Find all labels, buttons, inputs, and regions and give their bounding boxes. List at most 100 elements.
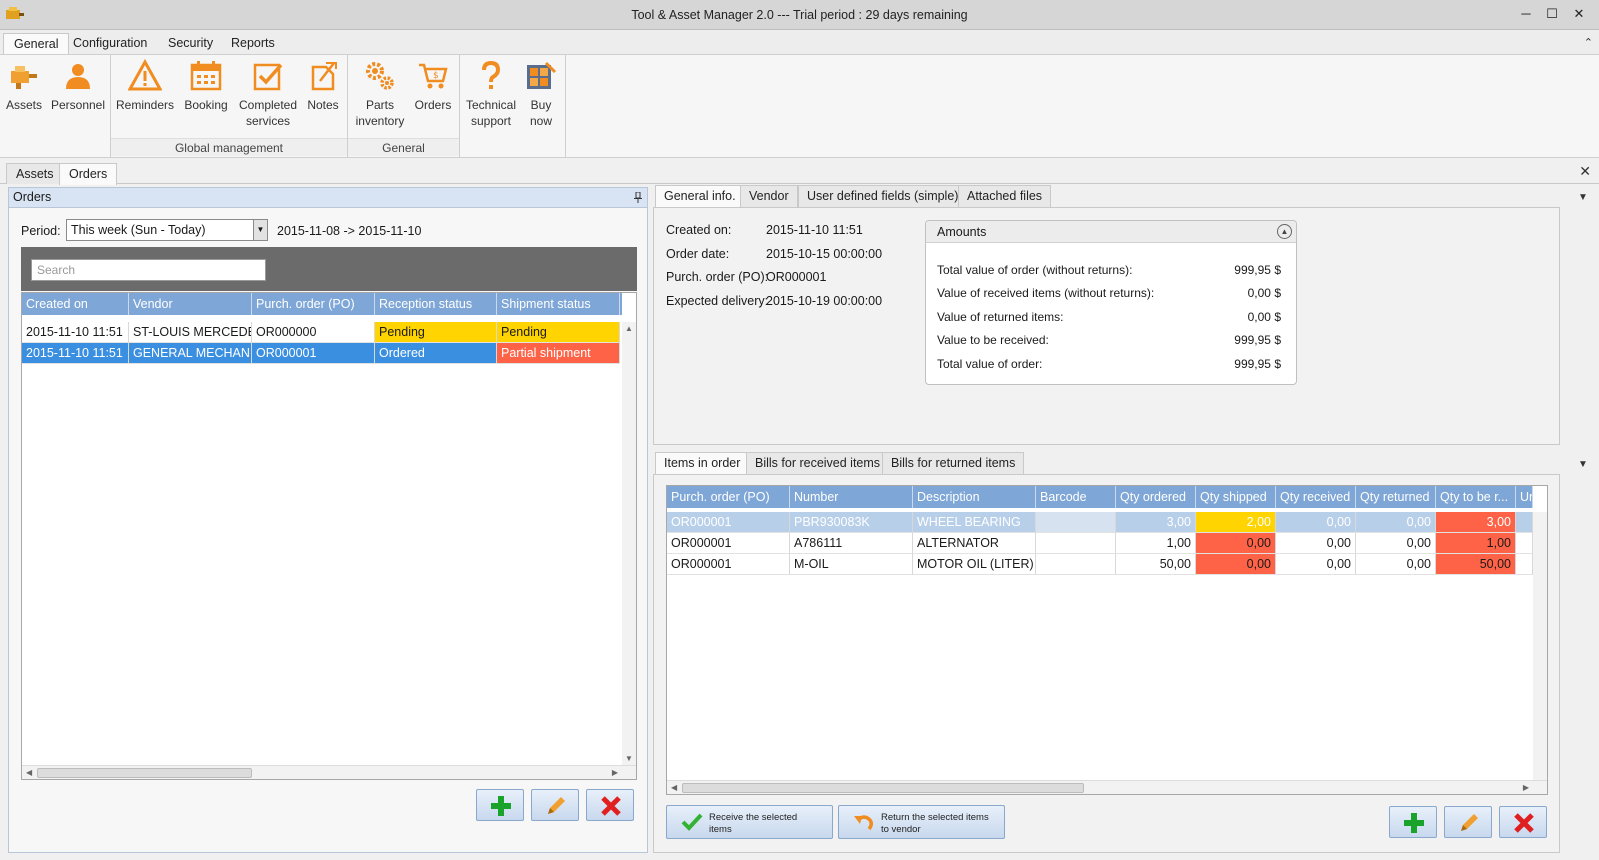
tab-reports[interactable]: Reports: [221, 33, 285, 55]
cell-created-on: 2015-11-10 11:51: [22, 343, 129, 364]
parts-inventory-button[interactable]: Parts inventory: [352, 59, 408, 129]
chevron-down-icon[interactable]: ▼: [253, 220, 267, 240]
table-row[interactable]: OR000001 M-OIL MOTOR OIL (LITER) 50,00 0…: [667, 554, 1533, 575]
question-icon: [482, 60, 501, 89]
tab-items-in-order[interactable]: Items in order: [655, 452, 750, 474]
tab-bills-returned[interactable]: Bills for returned items: [882, 452, 1025, 474]
col-number[interactable]: Number: [790, 486, 913, 508]
personnel-button[interactable]: Personnel: [50, 59, 106, 113]
order-date-value: 2015-10-15 00:00:00: [766, 247, 883, 261]
col-description[interactable]: Description: [913, 486, 1036, 508]
scroll-left-icon[interactable]: ◀: [671, 783, 677, 792]
tab-user-defined-fields[interactable]: User defined fields (simple): [798, 185, 968, 207]
plus-icon: [491, 796, 511, 816]
search-input[interactable]: Search: [31, 259, 266, 281]
table-row-selected[interactable]: OR000001 PBR930083K WHEEL BEARING 3,00 2…: [667, 512, 1533, 533]
receive-selected-items-button[interactable]: Receive the selected items: [666, 805, 833, 839]
cell-barcode: [1036, 554, 1116, 575]
vertical-scrollbar[interactable]: [1533, 512, 1547, 780]
delete-order-button[interactable]: [586, 789, 634, 821]
col-vendor[interactable]: Vendor: [129, 293, 252, 315]
doc-tab-assets[interactable]: Assets: [6, 163, 64, 184]
col-qty-returned[interactable]: Qty returned: [1356, 486, 1436, 508]
col-purch-order[interactable]: Purch. order (PO): [667, 486, 790, 508]
tab-configuration[interactable]: Configuration: [63, 33, 157, 55]
notes-button[interactable]: Notes: [303, 59, 343, 113]
order-date-label: Order date:: [666, 247, 730, 261]
created-on-value: 2015-11-10 11:51: [766, 223, 863, 237]
pencil-icon: [548, 797, 565, 814]
orders-panel-title: Orders: [13, 190, 52, 204]
amount-value: 999,95 $: [1234, 357, 1281, 371]
table-row[interactable]: 2015-11-10 11:51 ST-LOUIS MERCEDE... OR0…: [22, 322, 620, 343]
add-order-button[interactable]: [476, 789, 524, 821]
col-qty-to-receive[interactable]: Qty to be r...: [1436, 486, 1516, 508]
maximize-button[interactable]: ☐: [1539, 3, 1565, 25]
cell-qty-ordered: 3,00: [1116, 512, 1196, 533]
cell-vendor: ST-LOUIS MERCEDE...: [129, 322, 252, 343]
cell-purch-order: OR000001: [667, 554, 790, 575]
close-window-button[interactable]: ✕: [1566, 3, 1592, 25]
tab-general[interactable]: General: [3, 33, 70, 55]
cell-description: WHEEL BEARING: [913, 512, 1036, 533]
personnel-label: Personnel: [50, 98, 106, 112]
scrollbar-thumb[interactable]: [37, 768, 252, 778]
tab-attached-files[interactable]: Attached files: [958, 185, 1052, 207]
table-row[interactable]: OR000001 A786111 ALTERNATOR 1,00 0,00 0,…: [667, 533, 1533, 554]
col-qty-ordered[interactable]: Qty ordered: [1116, 486, 1196, 508]
col-qty-received[interactable]: Qty received: [1276, 486, 1356, 508]
return-selected-items-button[interactable]: Return the selected items to vendor: [838, 805, 1005, 839]
reminders-button[interactable]: Reminders: [115, 59, 175, 113]
ribbon-collapse-icon[interactable]: ⌃: [1584, 36, 1593, 49]
completed-services-button[interactable]: Completed services: [235, 59, 301, 129]
tab-general-info[interactable]: General info.: [655, 185, 745, 207]
pin-icon[interactable]: [634, 191, 642, 210]
scroll-right-icon[interactable]: ▶: [612, 768, 618, 777]
cell-unit: [1516, 533, 1533, 554]
buy-now-button[interactable]: Buy now: [520, 59, 562, 129]
col-barcode[interactable]: Barcode: [1036, 486, 1116, 508]
delete-icon: [601, 796, 621, 816]
col-created-on[interactable]: Created on: [22, 293, 129, 315]
technical-support-button[interactable]: Technical support: [464, 59, 518, 129]
checkmark-icon: [681, 813, 703, 831]
ribbon: Assets Personnel Reminders Booking Compl…: [0, 54, 1599, 158]
items-tabs-dropdown-icon[interactable]: ▼: [1578, 459, 1588, 470]
table-row-selected[interactable]: 2015-11-10 11:51 GENERAL MECHANI... OR00…: [22, 343, 620, 364]
add-item-button[interactable]: [1389, 806, 1437, 838]
parts-inventory-label-2: inventory: [355, 114, 405, 128]
vertical-scrollbar[interactable]: ▲ ▼: [622, 322, 636, 765]
delete-item-button[interactable]: [1499, 806, 1547, 838]
assets-button[interactable]: Assets: [2, 59, 46, 113]
tab-bills-received[interactable]: Bills for received items: [746, 452, 890, 474]
buy-now-label-1: Buy: [530, 98, 552, 112]
cell-qty-returned: 0,00: [1356, 554, 1436, 575]
scroll-left-icon[interactable]: ◀: [26, 768, 32, 777]
tab-security[interactable]: Security: [158, 33, 223, 55]
scrollbar-thumb[interactable]: [682, 783, 1084, 793]
tab-vendor[interactable]: Vendor: [740, 185, 798, 207]
period-dropdown[interactable]: This week (Sun - Today) ▼: [66, 219, 268, 241]
col-purch-order[interactable]: Purch. order (PO): [252, 293, 375, 315]
scroll-down-icon[interactable]: ▼: [625, 754, 633, 763]
person-icon: [66, 64, 90, 89]
col-qty-shipped[interactable]: Qty shipped: [1196, 486, 1276, 508]
doc-tab-orders[interactable]: Orders: [59, 163, 118, 185]
col-shipment-status[interactable]: Shipment status: [497, 293, 620, 315]
collapse-icon[interactable]: ▲: [1277, 224, 1292, 239]
col-unit[interactable]: Unit: [1516, 486, 1533, 508]
col-reception-status[interactable]: Reception status: [375, 293, 497, 315]
orders-button[interactable]: $ Orders: [410, 59, 456, 113]
edit-order-button[interactable]: [531, 789, 579, 821]
horizontal-scrollbar[interactable]: ◀ ▶: [22, 765, 636, 779]
close-document-icon[interactable]: ✕: [1579, 163, 1591, 180]
receive-label-line-1: Receive the selected: [709, 812, 798, 823]
return-label-line-1: Return the selected items: [881, 812, 989, 823]
booking-button[interactable]: Booking: [181, 59, 231, 113]
scroll-right-icon[interactable]: ▶: [1523, 783, 1529, 792]
detail-tabs-dropdown-icon[interactable]: ▼: [1578, 192, 1588, 203]
minimize-button[interactable]: ─: [1513, 3, 1539, 25]
scroll-up-icon[interactable]: ▲: [625, 324, 633, 333]
horizontal-scrollbar[interactable]: ◀ ▶: [667, 780, 1547, 794]
edit-item-button[interactable]: [1444, 806, 1492, 838]
